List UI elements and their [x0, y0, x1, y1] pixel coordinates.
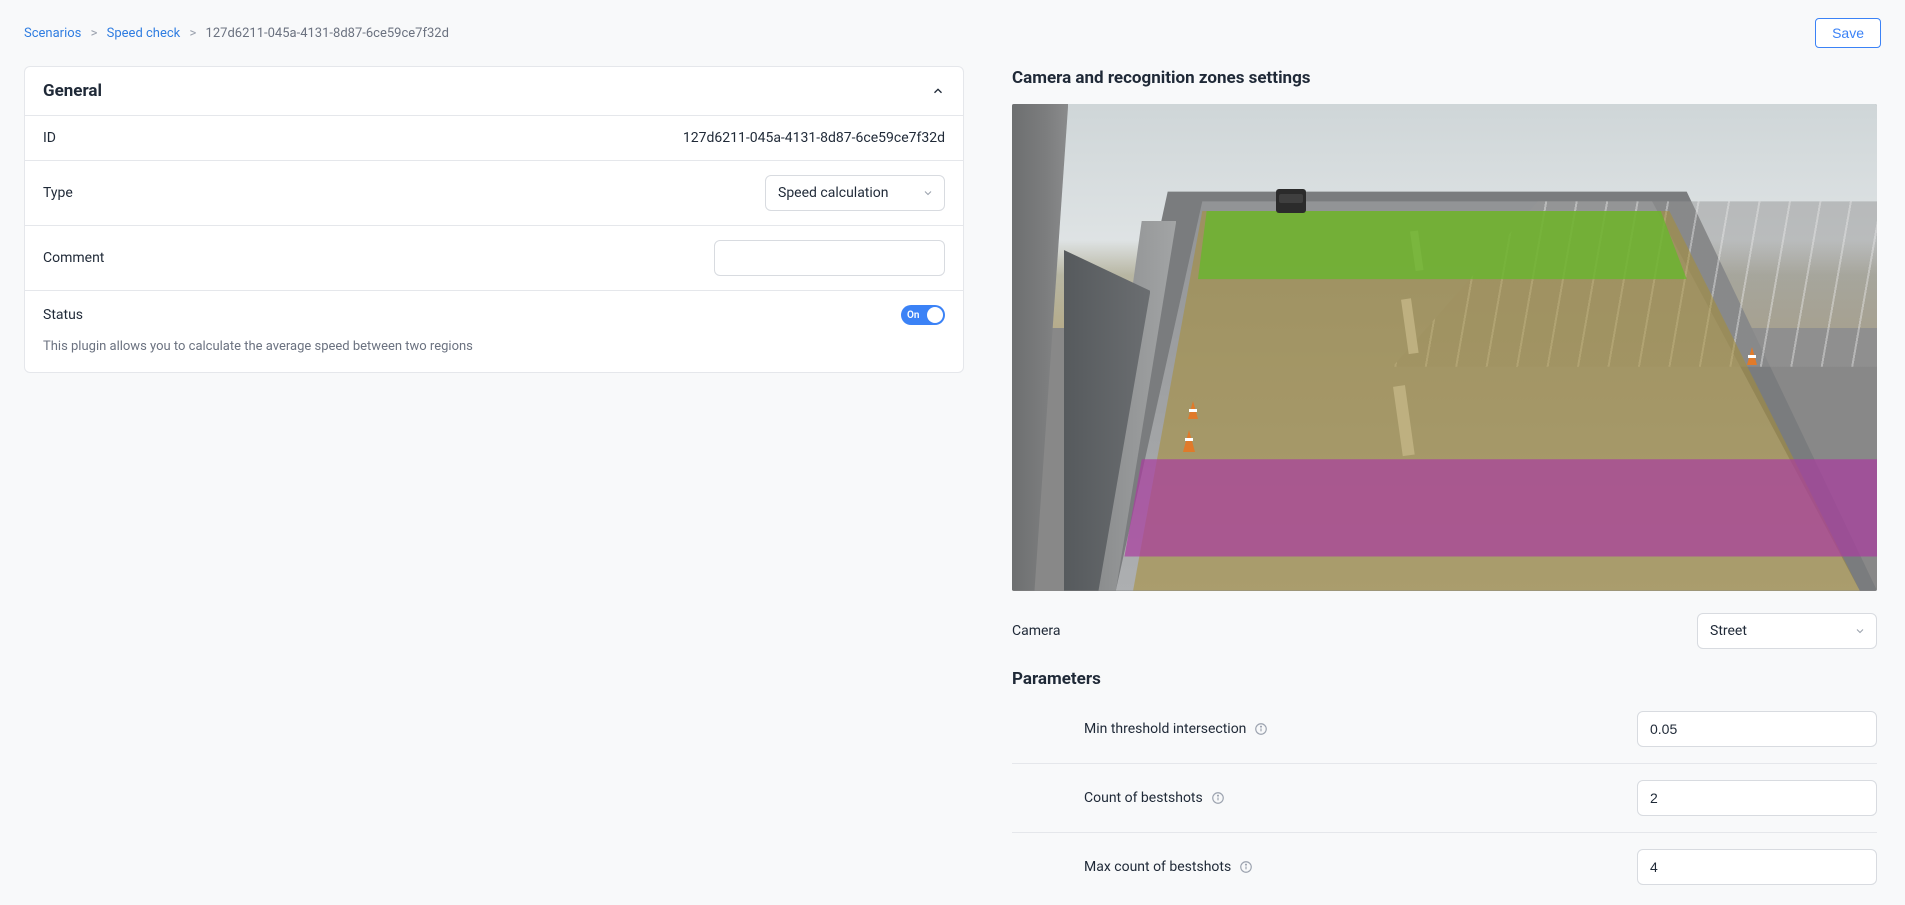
type-select[interactable]: Speed calculation: [765, 175, 945, 211]
type-select-value: Speed calculation: [778, 185, 889, 201]
row-comment: Comment: [25, 226, 963, 291]
vehicle-icon: [1276, 189, 1306, 213]
general-panel: General ID 127d6211-045a-4131-8d87-6ce59…: [24, 66, 964, 373]
camera-select[interactable]: Street: [1697, 613, 1877, 649]
id-label: ID: [43, 130, 56, 146]
camera-label: Camera: [1012, 623, 1061, 639]
camera-section-title: Camera and recognition zones settings: [1012, 68, 1877, 88]
comment-label: Comment: [43, 250, 104, 266]
row-camera: Camera Street: [1012, 613, 1877, 649]
parameters-title: Parameters: [1012, 669, 1877, 689]
general-panel-header[interactable]: General: [25, 67, 963, 116]
comment-input-wrapper: [714, 240, 945, 276]
cone-icon: [1747, 347, 1757, 365]
comment-input[interactable]: [727, 241, 912, 275]
cone-icon: [1188, 401, 1198, 419]
max-count-bestshots-label: Max count of bestshots: [1084, 859, 1231, 875]
min-threshold-input[interactable]: [1637, 711, 1877, 747]
chevron-up-icon: [931, 84, 945, 98]
type-label: Type: [43, 185, 73, 201]
info-icon[interactable]: [1254, 722, 1268, 736]
min-threshold-label: Min threshold intersection: [1084, 721, 1246, 737]
row-type: Type Speed calculation: [25, 161, 963, 226]
breadcrumb-scenarios[interactable]: Scenarios: [24, 26, 81, 41]
info-icon[interactable]: [1211, 791, 1225, 805]
breadcrumb-sep: >: [190, 26, 197, 41]
chevron-down-icon: [922, 187, 934, 199]
row-min-threshold: Min threshold intersection: [1012, 695, 1877, 764]
max-count-bestshots-input[interactable]: [1637, 849, 1877, 885]
camera-preview[interactable]: [1012, 104, 1877, 591]
row-max-count-bestshots: Max count of bestshots: [1012, 833, 1877, 901]
breadcrumb-sep: >: [91, 26, 98, 41]
status-toggle-knob: [927, 307, 943, 323]
general-title: General: [43, 81, 102, 101]
breadcrumb: Scenarios > Speed check > 127d6211-045a-…: [24, 26, 449, 41]
status-toggle[interactable]: On: [901, 305, 945, 325]
cone-icon: [1183, 430, 1195, 452]
breadcrumb-speed-check[interactable]: Speed check: [107, 26, 181, 41]
id-value: 127d6211-045a-4131-8d87-6ce59ce7f32d: [683, 130, 945, 146]
row-status: Status On: [25, 291, 963, 339]
status-toggle-text: On: [907, 310, 919, 321]
count-bestshots-input[interactable]: [1637, 780, 1877, 816]
row-id: ID 127d6211-045a-4131-8d87-6ce59ce7f32d: [25, 116, 963, 161]
save-button[interactable]: Save: [1815, 18, 1881, 48]
count-bestshots-label: Count of bestshots: [1084, 790, 1203, 806]
breadcrumb-current: 127d6211-045a-4131-8d87-6ce59ce7f32d: [206, 26, 449, 41]
status-label: Status: [43, 307, 83, 323]
general-description: This plugin allows you to calculate the …: [25, 339, 963, 372]
chevron-down-icon: [1854, 625, 1866, 637]
camera-select-value: Street: [1710, 623, 1747, 639]
info-icon[interactable]: [1239, 860, 1253, 874]
row-count-bestshots: Count of bestshots: [1012, 764, 1877, 833]
